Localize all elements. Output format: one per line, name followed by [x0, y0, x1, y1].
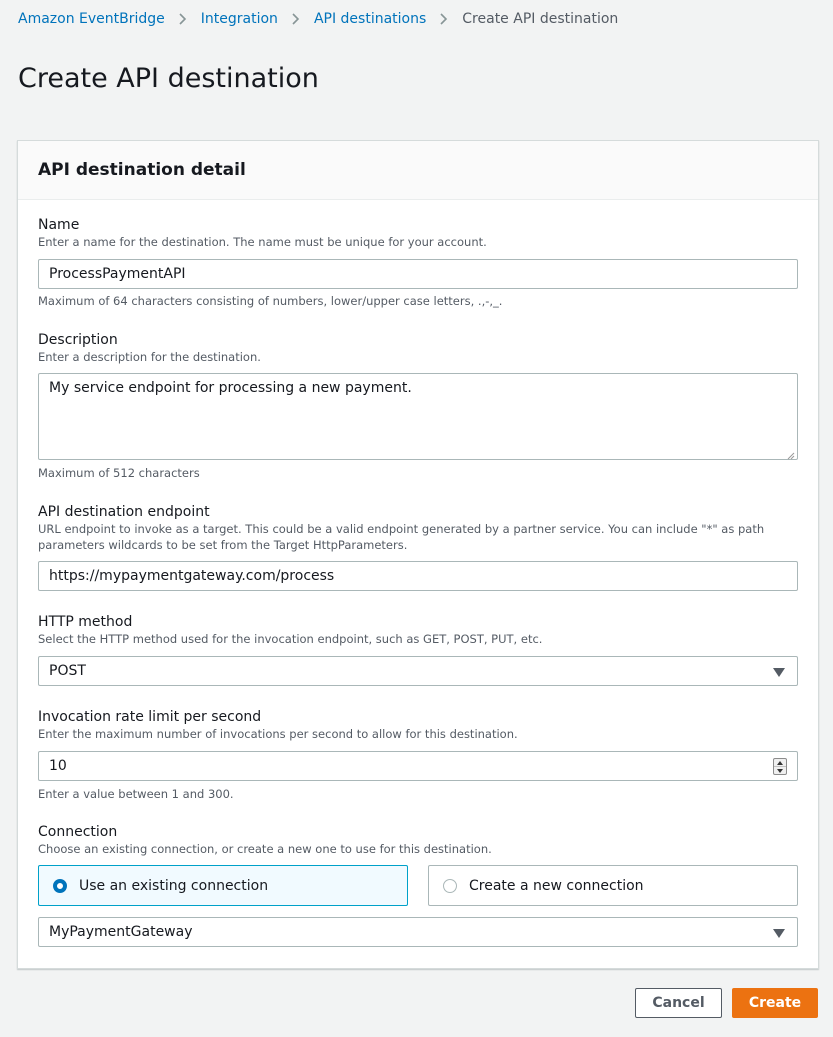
caret-down-icon [773, 929, 785, 938]
description-field-group: Description Enter a description for the … [38, 331, 798, 481]
http-method-field-group: HTTP method Select the HTTP method used … [38, 613, 798, 686]
cancel-button[interactable]: Cancel [635, 988, 722, 1018]
page-title: Create API destination [18, 60, 319, 98]
http-method-select-value: POST [49, 663, 86, 679]
radio-selected-icon[interactable] [53, 879, 67, 893]
endpoint-hint: URL endpoint to invoke as a target. This… [38, 521, 798, 553]
api-destination-detail-panel: API destination detail Name Enter a name… [17, 140, 819, 969]
decrement-icon[interactable] [774, 766, 786, 774]
http-method-label: HTTP method [38, 613, 798, 631]
name-hint: Enter a name for the destination. The na… [38, 234, 798, 250]
chevron-right-icon [165, 13, 201, 25]
breadcrumb-api-destinations[interactable]: API destinations [314, 11, 426, 27]
radio-unselected-icon[interactable] [443, 879, 457, 893]
endpoint-input-value: https://mypaymentgateway.com/process [49, 568, 334, 584]
http-method-select[interactable]: POST [38, 656, 798, 686]
endpoint-input[interactable]: https://mypaymentgateway.com/process [38, 561, 798, 591]
rate-limit-hint: Enter the maximum number of invocations … [38, 726, 798, 742]
name-constraint: Maximum of 64 characters consisting of n… [38, 293, 798, 309]
http-method-hint: Select the HTTP method used for the invo… [38, 631, 798, 647]
name-input[interactable]: ProcessPaymentAPI [38, 259, 798, 289]
name-field-group: Name Enter a name for the destination. T… [38, 216, 798, 309]
description-textarea[interactable]: My service endpoint for processing a new… [38, 373, 798, 460]
panel-header: API destination detail [18, 141, 818, 200]
rate-limit-input-value: 10 [49, 758, 67, 774]
description-label: Description [38, 331, 798, 349]
breadcrumb-current: Create API destination [462, 11, 618, 27]
use-existing-connection-label: Use an existing connection [79, 878, 268, 894]
connection-options: Use an existing connection Create a new … [38, 865, 798, 906]
description-hint: Enter a description for the destination. [38, 349, 798, 365]
breadcrumb: Amazon EventBridge Integration API desti… [18, 10, 618, 28]
rate-limit-field-group: Invocation rate limit per second Enter t… [38, 708, 798, 802]
spinner-icon[interactable] [773, 758, 787, 775]
connection-hint: Choose an existing connection, or create… [38, 841, 798, 857]
connection-select[interactable]: MyPaymentGateway [38, 917, 798, 947]
description-textarea-value: My service endpoint for processing a new… [49, 380, 412, 396]
name-input-value: ProcessPaymentAPI [49, 266, 186, 282]
rate-limit-constraint: Enter a value between 1 and 300. [38, 786, 798, 802]
connection-label: Connection [38, 823, 798, 841]
create-new-connection-label: Create a new connection [469, 878, 644, 894]
endpoint-label: API destination endpoint [38, 503, 798, 521]
increment-icon[interactable] [774, 759, 786, 766]
connection-field-group: Connection Choose an existing connection… [38, 823, 798, 947]
breadcrumb-integration[interactable]: Integration [201, 11, 278, 27]
description-constraint: Maximum of 512 characters [38, 465, 798, 481]
rate-limit-input[interactable]: 10 [38, 751, 798, 781]
chevron-right-icon [426, 13, 462, 25]
resize-grip-icon[interactable] [786, 448, 795, 457]
rate-limit-label: Invocation rate limit per second [38, 708, 798, 726]
chevron-right-icon [278, 13, 314, 25]
name-label: Name [38, 216, 798, 234]
create-new-connection-tile[interactable]: Create a new connection [428, 865, 798, 906]
caret-down-icon [773, 668, 785, 677]
endpoint-field-group: API destination endpoint URL endpoint to… [38, 503, 798, 591]
connection-select-value: MyPaymentGateway [49, 924, 193, 940]
create-button[interactable]: Create [732, 988, 818, 1018]
panel-title: API destination detail [38, 159, 798, 181]
breadcrumb-eventbridge[interactable]: Amazon EventBridge [18, 11, 165, 27]
use-existing-connection-tile[interactable]: Use an existing connection [38, 865, 408, 906]
